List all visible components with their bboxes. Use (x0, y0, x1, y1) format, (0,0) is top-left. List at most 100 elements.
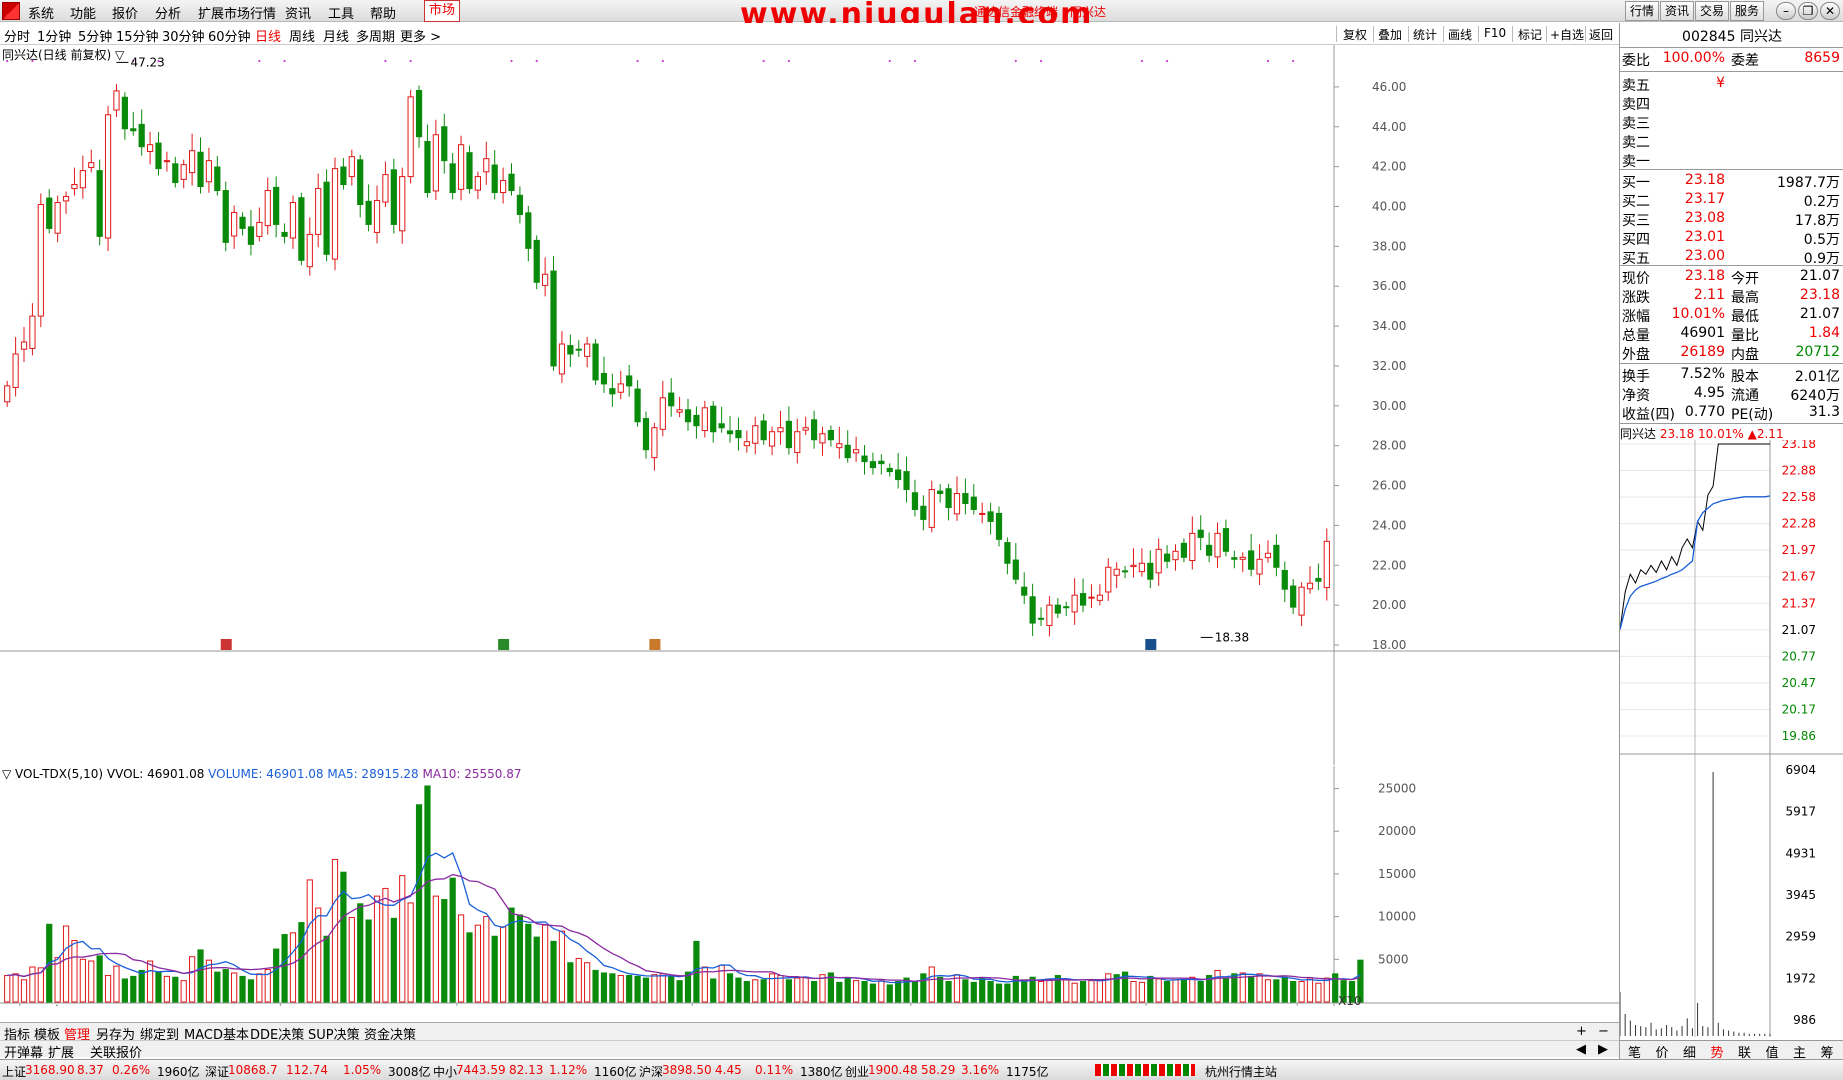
event-marker-icon (1145, 639, 1157, 650)
row-label-2: 最高 (1731, 290, 1759, 306)
volume-bar-down (642, 977, 650, 1003)
signal-dot (661, 59, 664, 63)
status-item[interactable]: 创业 (845, 1063, 869, 1080)
menu-market-tab[interactable]: 市场 (424, 0, 460, 22)
minimize-icon[interactable]: – (1776, 2, 1796, 20)
signal-dot (888, 59, 891, 63)
candle-down (1054, 604, 1061, 614)
candle-up (373, 200, 381, 233)
volume-bar-down (735, 977, 742, 1003)
candle-down (46, 197, 53, 229)
volume-bar-up (1130, 981, 1137, 1003)
row-label-2: 流通 (1731, 388, 1759, 404)
row-value-2: 31.3 (1808, 404, 1840, 420)
vol-indicator-name[interactable]: ▽ VOL-TDX(5,10) (2, 767, 103, 781)
candle-up (1105, 566, 1112, 593)
scroll-right-icon[interactable]: ▶ (1598, 1042, 1608, 1057)
status-item[interactable]: 上证 (2, 1063, 26, 1080)
menu-function[interactable]: 功能 (70, 3, 96, 22)
menu-help[interactable]: 帮助 (370, 3, 396, 22)
stock-code: 002845 (1682, 29, 1736, 45)
event-marker-icon (498, 639, 510, 650)
volume-bar-down (1021, 979, 1028, 1003)
period-multi[interactable]: 多周期 (356, 26, 395, 45)
menu-news[interactable]: 资讯 (285, 3, 311, 22)
ma5-value: MA5: 28915.28 (327, 767, 419, 781)
status-item[interactable]: 沪深 (639, 1063, 663, 1080)
candle-down (575, 348, 582, 351)
close-icon[interactable]: ✕ (1820, 2, 1840, 20)
tool-add-favorite[interactable]: +自选 (1550, 26, 1584, 43)
tool-f10[interactable]: F10 (1484, 26, 1506, 40)
volume-bar-up (558, 930, 566, 1003)
divider (1620, 169, 1843, 170)
candle-down (735, 430, 742, 439)
menu-extended-market[interactable]: 扩展市场行情 (198, 3, 276, 22)
candle-down (1222, 528, 1230, 552)
scroll-left-icon[interactable]: ◀ (1576, 1042, 1586, 1057)
restore-icon[interactable]: ❐ (1798, 2, 1818, 20)
volume-bar-down (886, 984, 893, 1003)
row-value: 4.95 (1693, 385, 1725, 401)
intraday-change: ▲2.11 (1747, 427, 1784, 441)
period-15min[interactable]: 15分钟 (116, 26, 159, 45)
service-button[interactable]: 服务 (1730, 1, 1764, 21)
row-value-2: 1.84 (1808, 325, 1840, 341)
menu-quote[interactable]: 报价 (112, 3, 138, 22)
status-item[interactable]: 深证 (205, 1063, 229, 1080)
trade-button[interactable]: 交易 (1695, 1, 1729, 21)
tool-overlay[interactable]: 叠加 (1378, 26, 1402, 43)
volume-chart[interactable]: 2500020000150001000050002017年9101112123X… (0, 766, 1619, 1006)
zoom-in-icon[interactable]: + (1576, 1024, 1587, 1039)
tool-stats[interactable]: 统计 (1413, 26, 1437, 43)
period-more[interactable]: 更多 > (400, 26, 441, 45)
row-label: 现价 (1622, 271, 1650, 287)
volume-bar-down (247, 979, 255, 1003)
period-weekly[interactable]: 周线 (289, 26, 315, 45)
menu-system[interactable]: 系统 (28, 3, 54, 22)
intraday-vol-label: 4931 (1785, 846, 1816, 860)
tool-back[interactable]: 返回 (1589, 26, 1613, 43)
intraday-chart[interactable]: 23.18 22.88 22.58 22.28 21.97 21.67 21.37 21.07… (1620, 440, 1843, 1037)
tool-fuquan[interactable]: 复权 (1343, 26, 1367, 43)
quote-button[interactable]: 行情 (1625, 1, 1659, 21)
volume-bar-down (962, 979, 969, 1003)
candle-up (457, 144, 465, 190)
ma10-value: MA10: 25550.87 (422, 767, 522, 781)
period-30min[interactable]: 30分钟 (162, 26, 205, 45)
status-item[interactable]: 中小 (433, 1063, 457, 1080)
candle-up (62, 196, 70, 202)
volume-bar-down (357, 903, 364, 1003)
menu-tools[interactable]: 工具 (328, 3, 354, 22)
kline-chart[interactable]: 46.00 44.00 42.00 40.00 38.00 36.00 34.00 32.00… (0, 45, 1619, 765)
period-daily[interactable]: 日线 (255, 26, 281, 45)
candle-down (1063, 606, 1070, 609)
news-button[interactable]: 资讯 (1660, 1, 1694, 21)
server-name[interactable]: 杭州行情主站 (1205, 1063, 1277, 1080)
y-tick-label: 40.00 (1372, 199, 1406, 213)
volume-bar-down (281, 934, 288, 1003)
candle-down (1248, 550, 1255, 570)
row-label: 总量 (1622, 328, 1650, 344)
row-value: 2.11 (1693, 287, 1725, 303)
row-value: 26189 (1680, 344, 1725, 360)
volume-bar-down (533, 936, 540, 1003)
zoom-out-icon[interactable]: − (1598, 1024, 1609, 1039)
candle-up (113, 90, 120, 111)
period-monthly[interactable]: 月线 (323, 26, 349, 45)
period-5min[interactable]: 5分钟 (78, 26, 112, 45)
volume-bar-down (626, 975, 633, 1003)
status-item: 112.74 (286, 1063, 328, 1077)
period-fenshi[interactable]: 分时 (4, 26, 30, 45)
period-60min[interactable]: 60分钟 (208, 26, 251, 45)
volume-bar-down (743, 981, 750, 1003)
period-1min[interactable]: 1分钟 (37, 26, 71, 45)
volume-bar-down (1273, 979, 1280, 1003)
tool-draw[interactable]: 画线 (1448, 26, 1472, 43)
menu-analysis[interactable]: 分析 (155, 3, 181, 22)
candle-down (1147, 562, 1154, 580)
tool-mark[interactable]: 标记 (1518, 26, 1542, 43)
period-toolbar: 分时 1分钟 5分钟 15分钟 30分钟 60分钟 日线 周线 月线 多周期 更… (0, 23, 1619, 45)
volume-bar-down (550, 940, 557, 1003)
volume-bar-down (172, 976, 179, 1003)
